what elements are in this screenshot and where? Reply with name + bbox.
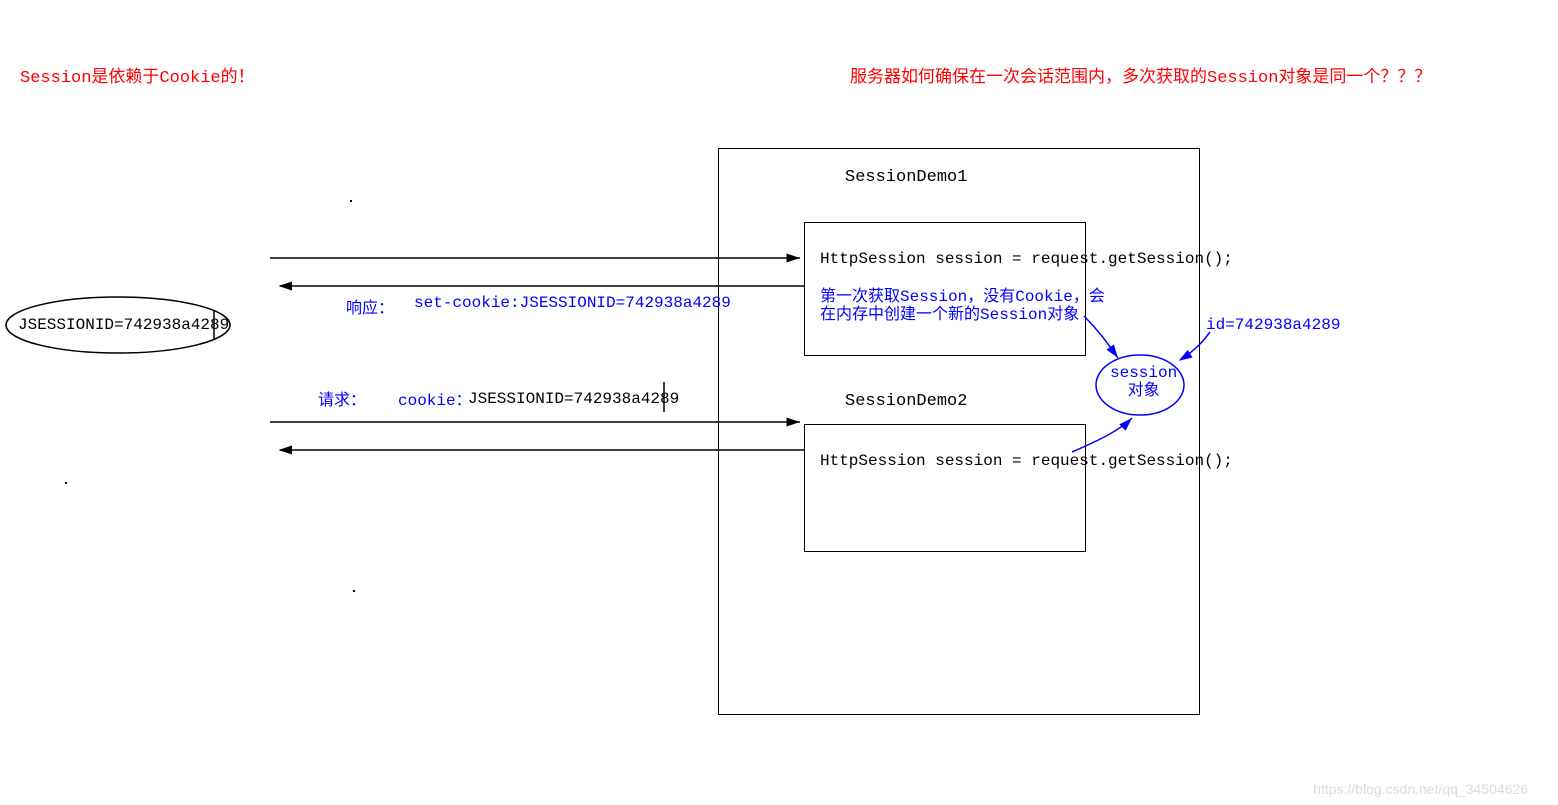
request-cookie-label: cookie： <box>398 386 472 410</box>
request-label: 请求： <box>318 386 366 410</box>
response-arrow-top <box>270 248 810 268</box>
dot <box>353 590 355 592</box>
request-cookie-tick <box>660 382 670 412</box>
watermark: https://blog.csdn.net/qq_34504626 <box>1313 781 1528 797</box>
title-right: 服务器如何确保在一次会话范围内，多次获取的Session对象是同一个？？？ <box>850 62 1431 88</box>
request-arrow-top <box>270 412 810 432</box>
request-cookie-value: JSESSIONID=742938a4289 <box>468 390 679 408</box>
blue-connector-arrows <box>1000 260 1340 480</box>
response-value: set-cookie:JSESSIONID=742938a4289 <box>414 294 731 312</box>
diagram-stage: Session是依赖于Cookie的！ 服务器如何确保在一次会话范围内，多次获取… <box>0 0 1558 805</box>
response-label: 响应： <box>346 294 394 318</box>
session-demo2-title: SessionDemo2 <box>845 392 967 411</box>
dot <box>350 200 352 202</box>
dot <box>65 482 67 484</box>
title-left: Session是依赖于Cookie的！ <box>20 62 255 88</box>
response-arrow-back <box>270 276 810 296</box>
request-arrow-back <box>270 440 810 460</box>
client-cookie-text: JSESSIONID=742938a4289 <box>18 316 229 334</box>
session-demo1-title: SessionDemo1 <box>845 168 967 187</box>
client-cookie-tick <box>210 310 220 340</box>
